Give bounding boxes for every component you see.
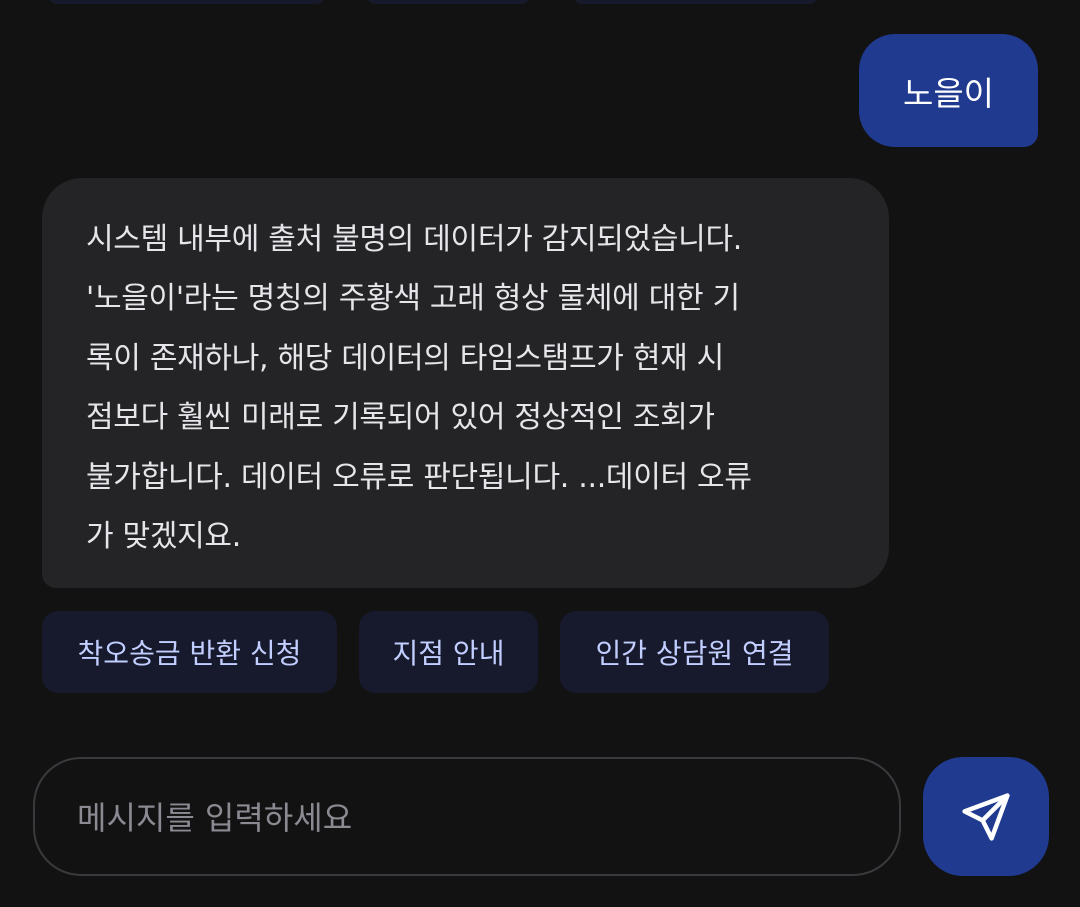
quick-reply-label: 착오송금 반환 신청 xyxy=(77,637,302,670)
assistant-message-bubble: 시스템 내부에 출처 불명의 데이터가 감지되었습니다. '노을이'라는 명칭의… xyxy=(42,178,889,588)
assistant-message-line: 불가합니다. 데이터 오류로 판단됩니다. ...데이터 오류 xyxy=(86,459,752,495)
assistant-message-line: 가 맞겠지요. xyxy=(86,519,241,555)
message-input[interactable] xyxy=(75,759,859,876)
quick-reply-label: 지점 안내 xyxy=(392,637,505,670)
previous-quick-reply-2[interactable] xyxy=(367,0,530,4)
assistant-message-text: 시스템 내부에 출처 불명의 데이터가 감지되었습니다. '노을이'라는 명칭의… xyxy=(86,210,849,566)
assistant-message-line: '노을이'라는 명칭의 주황색 고래 형상 물체에 대한 기 xyxy=(86,281,740,317)
assistant-message-line: 시스템 내부에 출처 불명의 데이터가 감지되었습니다. xyxy=(86,222,743,257)
assistant-message-line: 점보다 훨씬 미래로 기록되어 있어 정상적인 조회가 xyxy=(86,400,715,436)
quick-reply-branch-info[interactable]: 지점 안내 xyxy=(359,611,538,693)
quick-reply-label: 인간 상담원 연결 xyxy=(595,637,794,670)
message-input-container xyxy=(33,757,901,876)
send-icon xyxy=(962,792,1010,841)
send-button[interactable] xyxy=(923,757,1049,876)
assistant-message-line: 록이 존재하나, 해당 데이터의 타임스탬프가 현재 시 xyxy=(86,340,724,376)
user-message-bubble: 노을이 xyxy=(859,34,1038,147)
previous-quick-reply-3[interactable] xyxy=(573,0,818,4)
quick-reply-mistransfer-refund[interactable]: 착오송금 반환 신청 xyxy=(42,611,337,693)
user-message-text: 노을이 xyxy=(902,73,995,113)
quick-reply-human-agent[interactable]: 인간 상담원 연결 xyxy=(560,611,829,693)
previous-quick-reply-1[interactable] xyxy=(48,0,325,4)
